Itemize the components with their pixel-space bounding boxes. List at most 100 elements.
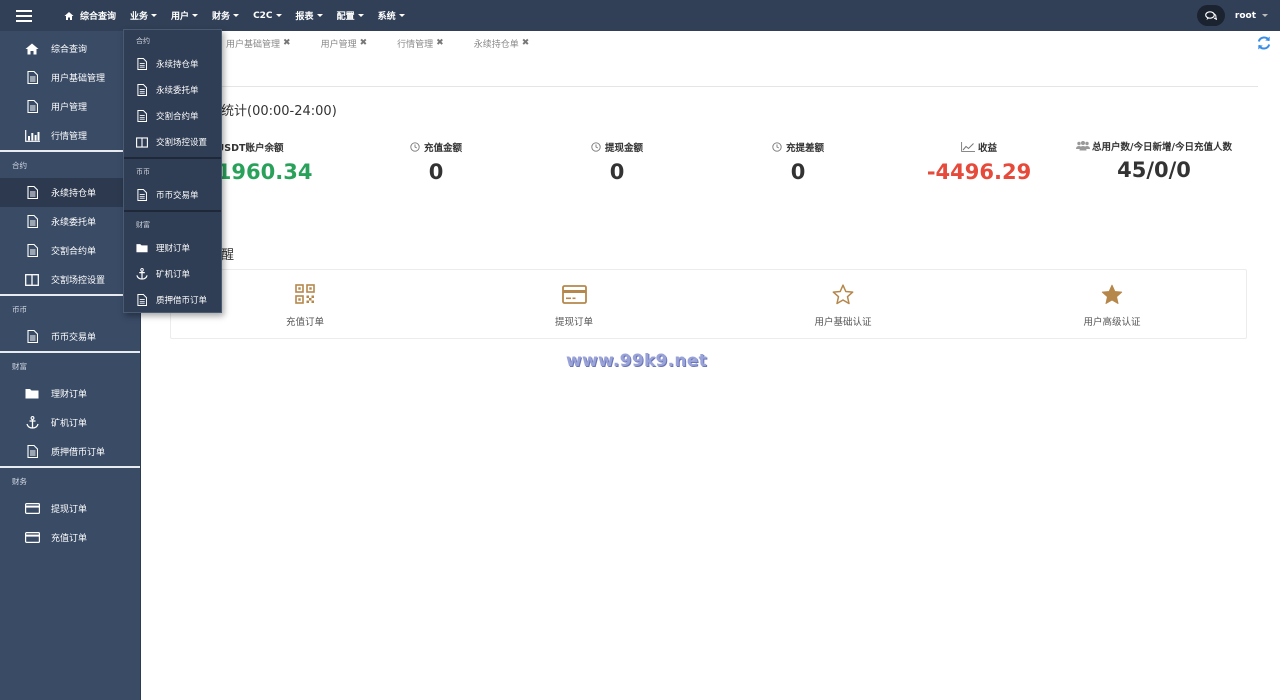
dropdown-item-delivery-control[interactable]: 交割场控设置	[124, 129, 221, 155]
columns-icon	[25, 273, 39, 286]
caret-down-icon	[1262, 14, 1268, 17]
qrcode-icon	[295, 284, 315, 304]
business-dropdown-menu: 合约 永续持仓单 永续委托单 交割合约单 交割场控设置 币币 币币交易单 财富 …	[123, 29, 222, 313]
clock-icon	[410, 142, 421, 152]
sidebar-item-users[interactable]: 用户管理	[0, 92, 140, 121]
caret-down-icon	[192, 14, 199, 17]
dropdown-item-delivery-contracts[interactable]: 交割合约单	[124, 103, 221, 129]
dropdown-item-perpetual-positions[interactable]: 永续持仓单	[124, 51, 221, 77]
sidebar-item-perpetual-positions[interactable]: 永续持仓单	[0, 178, 140, 207]
anchor-icon	[136, 268, 148, 280]
stat-value: 0	[428, 160, 444, 184]
reminder-advanced-verification[interactable]: 用户高级认证	[1032, 282, 1192, 328]
menu-toggle-icon[interactable]	[0, 0, 48, 31]
reminder-withdraw-orders[interactable]: 提现订单	[494, 282, 654, 328]
tab-label: 用户管理	[320, 39, 357, 50]
dropdown-item-pledge-orders[interactable]: 质押借币订单	[124, 287, 221, 313]
tab-label: 永续持仓单	[473, 39, 519, 50]
sidebar-item-user-basic[interactable]: 用户基础管理	[0, 63, 140, 92]
reminder-deposit-orders[interactable]: 充值订单	[225, 282, 385, 328]
stat-value: -4496.29	[926, 160, 1032, 184]
dropdown-section-title: 合约	[136, 36, 150, 45]
stat-label: 总用户数/今日新增/今日充值人数	[1070, 140, 1238, 155]
document-icon	[137, 294, 147, 306]
credit-card-icon	[24, 503, 40, 514]
nav-home[interactable]: 综合查询	[64, 9, 116, 22]
document-icon	[137, 58, 147, 70]
nav-users[interactable]: 用户	[171, 9, 199, 22]
sidebar-item-label: 币币交易单	[51, 333, 97, 343]
stat-label: 充值金额	[346, 140, 526, 154]
stat-label-text: 充值金额	[423, 143, 462, 154]
stat-profit: 收益 -4496.29	[889, 140, 1069, 184]
tab-users[interactable]: 用户管理 ✖	[321, 37, 368, 50]
sidebar-item-perpetual-orders[interactable]: 永续委托单	[0, 207, 140, 236]
sidebar-item-spot-orders[interactable]: 币币交易单	[0, 322, 140, 351]
sidebar-item-overview[interactable]: 综合查询	[0, 34, 140, 63]
stat-label-text: 提现金额	[604, 143, 643, 154]
sidebar-item-pledge-orders[interactable]: 质押借币订单	[0, 437, 140, 466]
user-menu[interactable]: root	[1235, 11, 1268, 21]
dropdown-section-title: 币币	[136, 167, 150, 176]
stats-panel: USDT账户余额 371960.34 充值金额 0 提现金额 0 充提差额 0 …	[160, 140, 1258, 210]
close-icon[interactable]: ✖	[436, 38, 444, 48]
page-tabs: 用户基础管理 ✖ 用户管理 ✖ 行情管理 ✖ 永续持仓单 ✖	[142, 31, 1280, 55]
close-icon[interactable]: ✖	[283, 38, 291, 48]
sidebar-item-delivery-contracts[interactable]: 交割合约单	[0, 236, 140, 265]
reminder-label: 用户高级认证	[1083, 317, 1141, 328]
nav-label: 报表	[295, 12, 314, 22]
credit-card-icon	[561, 284, 587, 304]
nav-config[interactable]: 配置	[337, 9, 364, 22]
reminder-basic-verification[interactable]: 用户基础认证	[763, 282, 923, 328]
nav-business[interactable]: 业务	[130, 9, 158, 22]
nav-c2c[interactable]: C2C	[253, 11, 282, 21]
tab-label: 行情管理	[397, 39, 434, 50]
sidebar-item-miner-orders[interactable]: 矿机订单	[0, 408, 140, 437]
tab-perpetual-positions[interactable]: 永续持仓单 ✖	[474, 37, 530, 50]
dropdown-item-label: 币币交易单	[156, 191, 199, 201]
sidebar-item-market[interactable]: 行情管理	[0, 121, 140, 150]
reminders-title: 醒	[221, 248, 235, 263]
stat-label: 充提差额	[708, 140, 888, 154]
credit-card-icon	[24, 532, 40, 543]
nav-system[interactable]: 系统	[378, 9, 405, 22]
users-icon	[1076, 141, 1091, 151]
nav-label: 综合查询	[80, 12, 117, 22]
sidebar-item-label: 行情管理	[51, 132, 88, 142]
tab-user-basic[interactable]: 用户基础管理 ✖	[226, 37, 291, 50]
stat-net-difference: 充提差额 0	[708, 140, 888, 184]
dropdown-item-label: 交割合约单	[156, 112, 199, 122]
nav-reports[interactable]: 报表	[296, 9, 323, 22]
dropdown-item-label: 永续持仓单	[156, 60, 199, 70]
sidebar-item-label: 提现订单	[51, 505, 88, 515]
nav-label: 用户	[171, 12, 190, 22]
dropdown-item-perpetual-orders[interactable]: 永续委托单	[124, 77, 221, 103]
sidebar-section-title: 币币	[0, 294, 140, 322]
close-icon[interactable]: ✖	[360, 38, 368, 48]
sidebar-item-deposit-orders[interactable]: 充值订单	[0, 523, 140, 552]
dropdown-item-wealth-orders[interactable]: 理财订单	[124, 235, 221, 261]
stat-deposit-amount: 充值金额 0	[346, 140, 526, 184]
star-filled-icon	[1101, 284, 1123, 304]
columns-icon	[136, 136, 148, 148]
sidebar-item-wealth-orders[interactable]: 理财订单	[0, 379, 140, 408]
dropdown-section-title: 财富	[136, 220, 150, 229]
sidebar-item-delivery-control[interactable]: 交割场控设置	[0, 265, 140, 294]
close-icon[interactable]: ✖	[522, 38, 530, 48]
dropdown-item-miner-orders[interactable]: 矿机订单	[124, 261, 221, 287]
stat-label-text: 总用户数/今日新增/今日充值人数	[1092, 142, 1232, 153]
sidebar-item-withdraw-orders[interactable]: 提现订单	[0, 494, 140, 523]
chat-button[interactable]	[1196, 5, 1225, 26]
nav-label: 配置	[336, 12, 355, 22]
reminder-label: 提现订单	[554, 317, 593, 328]
nav-label: 业务	[130, 12, 149, 22]
tab-market[interactable]: 行情管理 ✖	[397, 37, 444, 50]
username: root	[1234, 10, 1256, 21]
document-icon	[137, 84, 147, 96]
refresh-icon[interactable]	[1256, 35, 1272, 51]
nav-finance[interactable]: 财务	[212, 9, 240, 22]
dropdown-item-spot-orders[interactable]: 币币交易单	[124, 182, 221, 208]
reminder-label: 用户基础认证	[814, 317, 872, 328]
sidebar-item-label: 永续委托单	[51, 218, 97, 228]
stat-value: 45/0/0	[1117, 158, 1191, 182]
